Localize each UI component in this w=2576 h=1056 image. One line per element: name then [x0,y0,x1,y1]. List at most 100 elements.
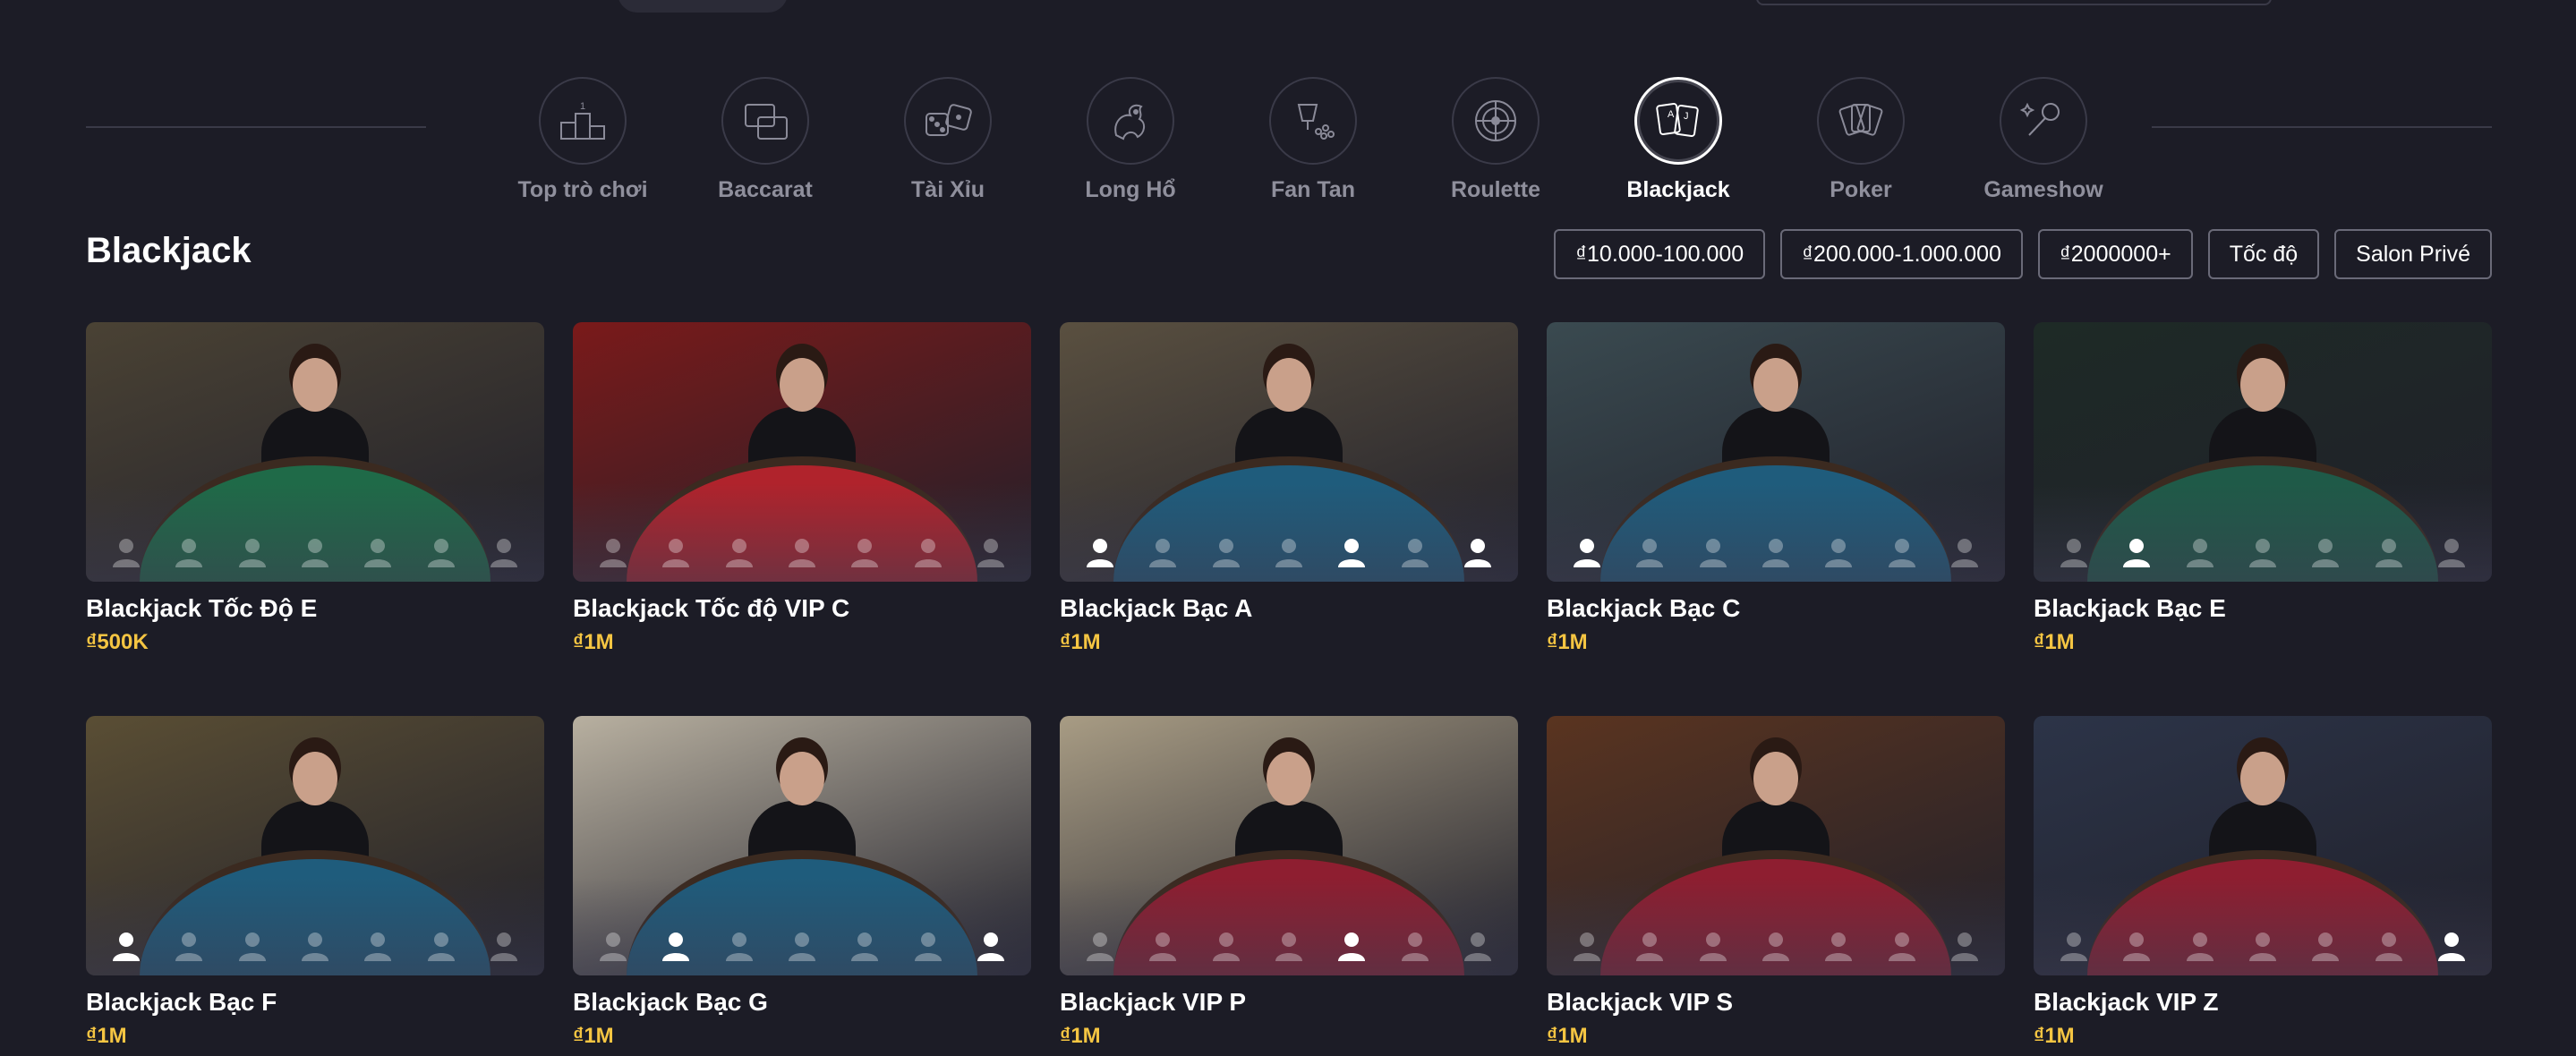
seat-open-icon [487,929,521,963]
baccarat-cards-icon [721,77,809,165]
category-baccarat[interactable]: Baccarat [680,77,850,202]
seat-open-icon [172,929,206,963]
seat-open-icon [1570,929,1604,963]
game-thumbnail[interactable] [1060,322,1518,582]
category-t-i-x-u[interactable]: Tài Xỉu [863,77,1033,202]
roulette-wheel-icon [1452,77,1540,165]
seat-open-icon [2120,929,2154,963]
filter-bar: ₫10.000-100.000 ₫200.000-1.000.000 ₫200000… [1554,229,2492,279]
game-min-bet: ₫1M [1060,1024,1101,1048]
seat-open-icon [1696,929,1730,963]
dice-icon [904,77,992,165]
seat-open-icon [1398,929,1432,963]
seat-row [1060,929,1518,963]
top-nav-pill[interactable] [618,0,788,13]
seat-taken-icon [2435,929,2469,963]
category-label: Fan Tan [1271,177,1355,202]
seat-open-icon [785,929,819,963]
divider-line [86,126,426,128]
game-thumbnail[interactable] [2034,716,2492,975]
game-min-bet: ₫1M [1547,1024,1588,1048]
seat-open-icon [1759,535,1793,569]
dealer-head [780,358,824,412]
game-card[interactable]: Blackjack Bạc A ₫1M [1060,322,1518,654]
category-roulette[interactable]: Roulette [1411,77,1581,202]
seat-taken-icon [1570,535,1604,569]
seat-taken-icon [109,929,143,963]
podium-icon: 1 [539,77,627,165]
game-card[interactable]: Blackjack VIP Z ₫1M [2034,716,2492,1048]
seat-row [1547,535,2005,569]
seat-open-icon [2372,535,2406,569]
game-card[interactable]: Blackjack Bạc E ₫1M [2034,322,2492,654]
dealer-head [2240,752,2285,805]
game-title: Blackjack VIP P [1060,988,1247,1016]
category-nav: 1 Top trò chơi Baccarat Tài Xỉu Long Hổ Fan T… [86,77,2492,202]
dealer-head [1753,358,1798,412]
game-thumbnail[interactable] [1547,322,2005,582]
game-card[interactable]: Blackjack Tốc độ VIP C ₫1M [573,322,1031,654]
seat-open-icon [596,929,630,963]
seat-open-icon [2308,535,2342,569]
seat-taken-icon [2120,535,2154,569]
game-thumbnail[interactable] [1547,716,2005,975]
category-top-tr-ch-i[interactable]: 1 Top trò chơi [498,77,668,202]
game-card[interactable]: Blackjack Bạc C ₫1M [1547,322,2005,654]
seat-row [1060,535,1518,569]
seat-open-icon [1209,929,1243,963]
game-min-bet: ₫1M [2034,1024,2075,1048]
category-long-h-[interactable]: Long Hổ [1045,77,1215,202]
seat-row [573,929,1031,963]
seat-taken-icon [1335,929,1369,963]
game-min-bet: ₫1M [2034,630,2075,654]
game-title: Blackjack Bạc A [1060,594,1253,622]
dealer-head [293,752,337,805]
game-thumbnail[interactable] [1060,716,1518,975]
game-min-bet: ₫1M [1060,630,1101,654]
seat-row [1547,929,2005,963]
section-title: Blackjack [86,231,252,270]
seat-open-icon [911,929,945,963]
seat-open-icon [1759,929,1793,963]
category-label: Tài Xỉu [911,177,985,202]
search-box[interactable] [1756,0,2272,5]
filter-button[interactable]: Salon Privé [2334,229,2492,279]
category-poker[interactable]: Poker [1776,77,1946,202]
seat-open-icon [298,929,332,963]
category-gameshow[interactable]: Gameshow [1958,77,2128,202]
game-card[interactable]: Blackjack VIP P ₫1M [1060,716,1518,1048]
seat-open-icon [2246,535,2280,569]
seat-open-icon [1821,535,1855,569]
seat-open-icon [911,535,945,569]
seat-row [86,535,544,569]
category-blackjack[interactable]: A J Blackjack [1593,77,1763,202]
game-min-bet: ₫500K [86,630,149,654]
seat-open-icon [2057,929,2091,963]
game-thumbnail[interactable] [573,322,1031,582]
game-card[interactable]: Blackjack Bạc G ₫1M [573,716,1031,1048]
seat-open-icon [1633,929,1667,963]
poker-cards-icon [1817,77,1905,165]
dealer-head [780,752,824,805]
game-card[interactable]: Blackjack Bạc F ₫1M [86,716,544,1048]
seat-open-icon [1885,535,1919,569]
game-card[interactable]: Blackjack VIP S ₫1M [1547,716,2005,1048]
filter-button[interactable]: ₫200.000-1.000.000 [1780,229,2023,279]
game-thumbnail[interactable] [573,716,1031,975]
dealer-head [1267,752,1311,805]
filter-button[interactable]: Tốc độ [2207,229,2320,279]
game-card[interactable]: Blackjack Tốc Độ E ₫500K [86,322,544,654]
seat-open-icon [1146,929,1180,963]
seat-taken-icon [659,929,693,963]
seat-open-icon [848,535,882,569]
seat-open-icon [1948,535,1982,569]
game-thumbnail[interactable] [2034,322,2492,582]
filter-button[interactable]: ₫10.000-100.000 [1554,229,1766,279]
game-thumbnail[interactable] [86,716,544,975]
game-thumbnail[interactable] [86,322,544,582]
category-fan-tan[interactable]: Fan Tan [1228,77,1398,202]
seat-open-icon [1398,535,1432,569]
filter-button[interactable]: ₫2000000+ [2037,229,2193,279]
seat-open-icon [1885,929,1919,963]
category-label: Baccarat [718,177,813,202]
